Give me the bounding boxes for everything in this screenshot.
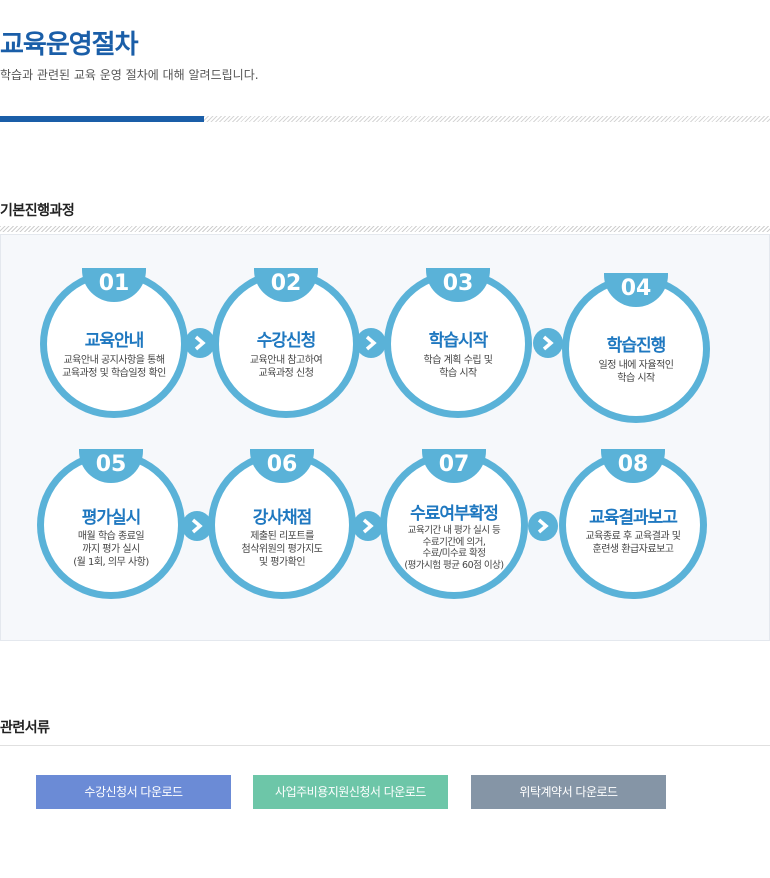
step-description: 학습 계획 수립 및 학습 시작 [423,355,493,379]
step-03: 03 학습시작 학습 계획 수립 및 학습 시작 [384,268,532,418]
step-description: 교육기간 내 평가 실시 등 수료기간에 의거, 수료/미수료 확정 (평가시험 평균… [404,525,504,571]
step-number: 08 [617,452,649,477]
step-description: 교육안내 참고하여 교육과정 신청 [249,355,323,379]
step-arrow [356,328,386,358]
step-description: 일정 내에 자율적인 학습 시작 [598,360,674,384]
step-name: 강사채점 [252,508,313,528]
process-section-title: 기본진행과정 [0,203,75,219]
step-number: 07 [438,452,470,477]
step-arrow [185,328,215,358]
step-arrow [353,511,383,541]
step-description: 교육안내 공지사항을 통해 교육과정 및 학습일정 확인 [62,355,166,379]
step-name: 교육안내 [84,331,145,351]
step-number: 01 [98,271,130,296]
step-description: 매월 학습 종료일 까지 평가 실시 (월 1회, 의무 사항) [73,531,149,568]
step-name: 학습시작 [428,331,489,351]
step-08: 08 교육결과보고 교육종료 후 교육결과 및 훈련생 환급자료보고 [559,449,707,599]
step-name: 평가실시 [81,508,142,528]
step-number: 04 [620,276,652,301]
step-01: 01 교육안내 교육안내 공지사항을 통해 교육과정 및 학습일정 확인 [40,268,188,418]
step-arrow [533,328,563,358]
download-contract-button[interactable]: 위탁계약서 다운로드 [471,775,666,809]
documents-divider [0,745,770,746]
process-section-hatch [0,226,770,232]
step-name: 수강신청 [256,331,317,351]
step-06: 06 강사채점 제출된 리포트를 첨삭위원의 평가지도 및 평가확인 [208,449,356,599]
documents-section-title: 관련서류 [0,720,50,736]
process-box: 01 교육안내 교육안내 공지사항을 통해 교육과정 및 학습일정 확인 02 수… [0,234,770,641]
step-arrow [528,511,558,541]
download-application-button[interactable]: 수강신청서 다운로드 [36,775,231,809]
page-subtitle: 학습과 관련된 교육 운영 절차에 대해 알려드립니다. [0,68,259,82]
step-number: 05 [95,452,127,477]
step-description: 제출된 리포트를 첨삭위원의 평가지도 및 평가확인 [241,531,323,568]
step-04: 04 학습진행 일정 내에 자율적인 학습 시작 [562,273,710,423]
step-02: 02 수강신청 교육안내 참고하여 교육과정 신청 [212,268,360,418]
step-07: 07 수료여부확정 교육기간 내 평가 실시 등 수료기간에 의거, 수료/미수료 … [380,449,528,599]
title-divider [0,116,770,122]
step-name: 교육결과보고 [589,508,678,528]
step-name: 수료여부확정 [410,504,499,524]
step-name: 학습진행 [606,336,667,356]
step-number: 03 [442,271,474,296]
download-employer-support-button[interactable]: 사업주비용지원신청서 다운로드 [253,775,448,809]
step-number: 02 [270,271,302,296]
step-description: 교육종료 후 교육결과 및 훈련생 환급자료보고 [585,531,681,555]
title-divider-accent [0,116,204,122]
page-title: 교육운영절차 [0,30,139,60]
step-05: 05 평가실시 매월 학습 종료일 까지 평가 실시 (월 1회, 의무 사항) [37,449,185,599]
step-number: 06 [266,452,298,477]
